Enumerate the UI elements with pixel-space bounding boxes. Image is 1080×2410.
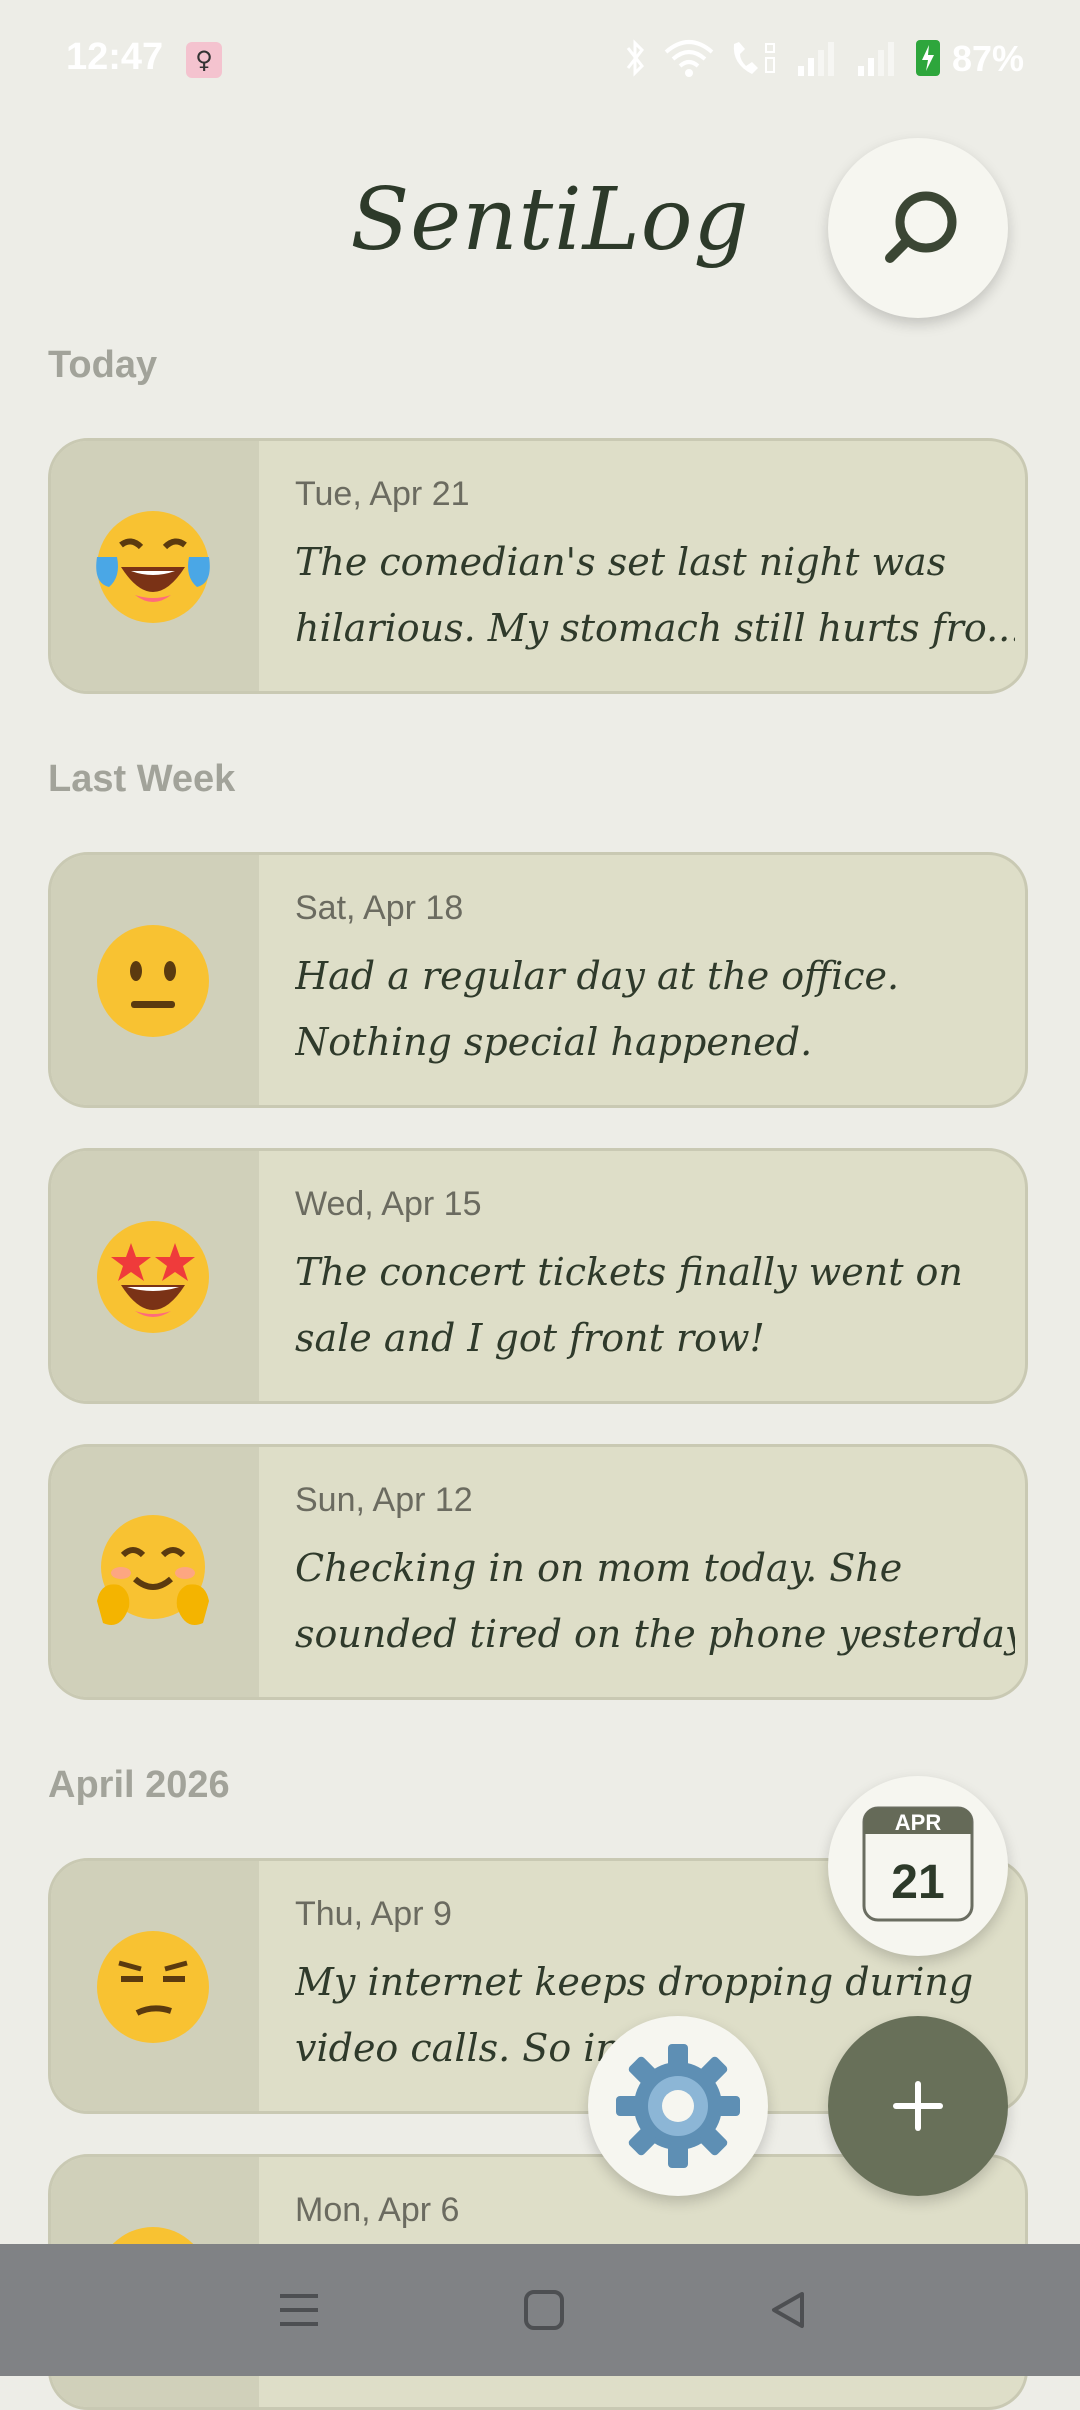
- entry-card[interactable]: Wed, Apr 15 The concert tickets finally …: [48, 1148, 1028, 1404]
- section-today: Today: [48, 344, 158, 386]
- status-bar: 12:47 ♀ 87%: [0, 0, 1080, 120]
- entry-text: The concert tickets finally went on sale…: [295, 1239, 1015, 1371]
- entry-text: Checking in on mom today. She sounded ti…: [295, 1535, 1015, 1667]
- entry-text-line: The comedian's set last night was: [295, 540, 947, 584]
- system-navigation-bar: [0, 2244, 1080, 2376]
- entry-date: Thu, Apr 9: [295, 1895, 452, 1933]
- settings-button[interactable]: [588, 2016, 768, 2196]
- entry-text-line: Checking in on mom today. She: [295, 1546, 903, 1590]
- section-last-week: Last Week: [48, 758, 236, 800]
- plus-icon: [893, 2081, 943, 2131]
- entry-date: Mon, Apr 6: [295, 2191, 460, 2229]
- battery-percentage: 87%: [951, 38, 1024, 79]
- entry-emoji-panel: [51, 441, 259, 691]
- entry-emoji-panel: [51, 1861, 259, 2111]
- entry-date: Tue, Apr 21: [295, 475, 470, 513]
- entry-text-line: My internet keeps dropping during: [295, 1960, 974, 2004]
- entry-emoji-panel: [51, 1151, 259, 1401]
- entry-emoji-panel: [51, 1447, 259, 1697]
- gear-icon: [616, 2044, 740, 2168]
- section-april-2026: April 2026: [48, 1764, 230, 1806]
- status-time: 12:47: [66, 36, 164, 78]
- entry-text-line: hilarious. My stomach still hurts fro...: [295, 606, 1015, 650]
- menu-icon[interactable]: [276, 2288, 322, 2332]
- back-icon[interactable]: [766, 2288, 810, 2332]
- calendar-icon: APR 21: [862, 1806, 974, 1922]
- search-icon: [885, 191, 957, 263]
- entry-emoji-panel: [51, 855, 259, 1105]
- face-with-tears-of-joy-icon: [96, 511, 210, 623]
- hugging-face-icon: [97, 1515, 209, 1625]
- entry-card[interactable]: Sun, Apr 12 Checking in on mom today. Sh…: [48, 1444, 1028, 1700]
- entry-text-line: Nothing special happened.: [295, 1020, 813, 1064]
- unamused-face-icon: [97, 1931, 209, 2043]
- signal-icon: [798, 42, 834, 76]
- entry-text-line: sounded tired on the phone yesterday.: [295, 1612, 1015, 1656]
- notification-icon: ♀: [186, 42, 222, 78]
- add-entry-button[interactable]: [828, 2016, 1008, 2196]
- bluetooth-icon: [626, 39, 644, 77]
- entry-card[interactable]: Tue, Apr 21 The comedian's set last nigh…: [48, 438, 1028, 694]
- star-struck-icon: [97, 1221, 209, 1333]
- entry-text-line: sale and I got front row!: [295, 1316, 765, 1360]
- entry-text-line: The concert tickets finally went on: [295, 1250, 963, 1294]
- entry-text: Had a regular day at the office. Nothing…: [295, 943, 1015, 1075]
- calendar-month: APR: [895, 1810, 942, 1835]
- call-signal-icon: [733, 42, 775, 74]
- entry-date: Wed, Apr 15: [295, 1185, 482, 1223]
- signal-icon-2: [858, 42, 894, 76]
- calendar-day: 21: [891, 1856, 944, 1909]
- wifi-icon: [664, 40, 714, 77]
- home-icon[interactable]: [522, 2288, 566, 2332]
- battery-icon: [916, 40, 940, 76]
- entry-date: Sun, Apr 12: [295, 1481, 473, 1519]
- entry-date: Sat, Apr 18: [295, 889, 464, 927]
- entry-text-line: Had a regular day at the office.: [295, 954, 900, 998]
- search-button[interactable]: [828, 138, 1008, 318]
- entry-card[interactable]: Sat, Apr 18 Had a regular day at the off…: [48, 852, 1028, 1108]
- calendar-date-button[interactable]: APR 21: [828, 1776, 1008, 1956]
- entry-text: The comedian's set last night was hilari…: [295, 529, 1015, 661]
- neutral-face-icon: [97, 925, 209, 1037]
